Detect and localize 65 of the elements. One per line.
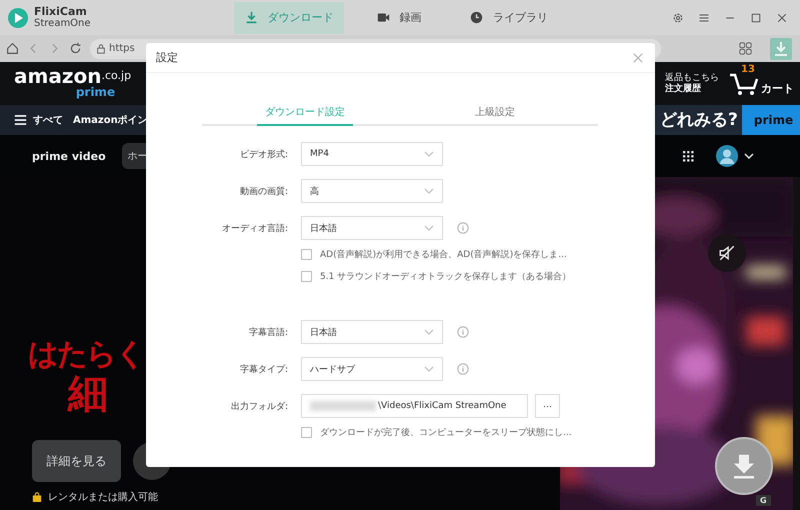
browse-button[interactable]: ··· — [535, 394, 560, 418]
checkbox-label: AD(音声解説)が利用できる場合、AD(音声解説)を保存しま... — [320, 248, 567, 261]
clock-icon — [470, 11, 483, 24]
apps-icon[interactable] — [739, 42, 752, 55]
chevron-down-icon — [424, 151, 434, 157]
settings-tab[interactable]: 上級設定 — [469, 100, 521, 126]
dialog-title: 設定 — [156, 50, 178, 65]
settings-icon[interactable] — [672, 12, 684, 24]
main-tab[interactable]: 録画 — [344, 2, 454, 34]
chevron-down-icon[interactable] — [744, 153, 754, 159]
checkbox-label: 5.1 サラウンドオーディオトラックを保存します（ある場合） — [320, 270, 572, 283]
app-name: FlixiCam — [34, 6, 88, 18]
title-logo: はたらく 細 — [28, 338, 144, 416]
folder-path-field[interactable]: \Videos\FlixiCam StreamOne — [301, 394, 528, 418]
muted-speaker-icon — [718, 244, 736, 262]
orders-link[interactable]: 注文履歴 — [665, 84, 719, 94]
lock-icon — [96, 44, 106, 54]
camera-icon — [376, 11, 390, 24]
field-label: 字幕タイプ: — [238, 363, 288, 376]
dropdown[interactable]: 高 — [301, 179, 443, 203]
prime-video-logo[interactable]: prime video — [32, 150, 106, 162]
maximize-icon[interactable] — [750, 12, 762, 24]
rating-badge: G — [756, 495, 771, 506]
checkbox[interactable] — [301, 271, 312, 282]
checkbox-label: ダウンロードが完了後、コンピューターをスリープ状態にし... — [320, 426, 572, 439]
url-text: https — [109, 43, 135, 54]
chevron-down-icon — [424, 366, 434, 372]
details-button[interactable]: 詳細を見る — [32, 440, 121, 482]
chevron-down-icon — [424, 225, 434, 231]
main-tab[interactable]: ライブラリ — [454, 2, 564, 34]
download-icon — [244, 11, 258, 24]
checkbox[interactable] — [301, 427, 312, 438]
prime-text: prime — [74, 84, 116, 100]
close-icon[interactable] — [776, 12, 788, 24]
app-subtitle: StreamOne — [34, 18, 91, 30]
banner-prime-logo: prime — [742, 105, 800, 135]
domain-text: .co.jp — [101, 68, 132, 84]
menu-icon[interactable] — [14, 114, 27, 126]
dropdown[interactable]: MP4 — [301, 142, 443, 166]
dropdown[interactable]: ハードサブ — [301, 357, 443, 381]
cart-count: 13 — [741, 64, 755, 74]
banner-text: どれみる? — [656, 105, 742, 135]
availability-text: レンタルまたは購入可能 — [48, 490, 158, 504]
app-logo-icon — [8, 8, 28, 28]
home-icon[interactable] — [6, 42, 19, 55]
scrollbar[interactable] — [793, 177, 800, 510]
amazon-logo[interactable]: amazon — [14, 68, 102, 84]
field-label: ビデオ形式: — [238, 148, 288, 160]
field-label: 出力フォルダ: — [230, 400, 288, 412]
dropdown[interactable]: 日本語 — [301, 320, 443, 344]
checkbox[interactable] — [301, 249, 312, 260]
avatar-icon[interactable] — [716, 145, 738, 167]
dropdown[interactable]: 日本語 — [301, 216, 443, 240]
returns-text: 返品もこちら — [665, 72, 719, 83]
cart-link[interactable]: カート — [761, 80, 794, 96]
field-label: 動画の画質: — [238, 186, 288, 198]
field-label: オーディオ言語: — [220, 222, 288, 234]
reload-icon[interactable] — [69, 42, 82, 55]
shopping-bag-icon — [32, 492, 42, 502]
chevron-down-icon — [424, 329, 434, 335]
cart-icon[interactable] — [729, 72, 759, 96]
grid-icon[interactable] — [683, 150, 694, 162]
all-menu-link[interactable]: すべて — [33, 113, 63, 127]
field-label: 字幕言語: — [248, 326, 288, 338]
chevron-down-icon — [424, 188, 434, 194]
